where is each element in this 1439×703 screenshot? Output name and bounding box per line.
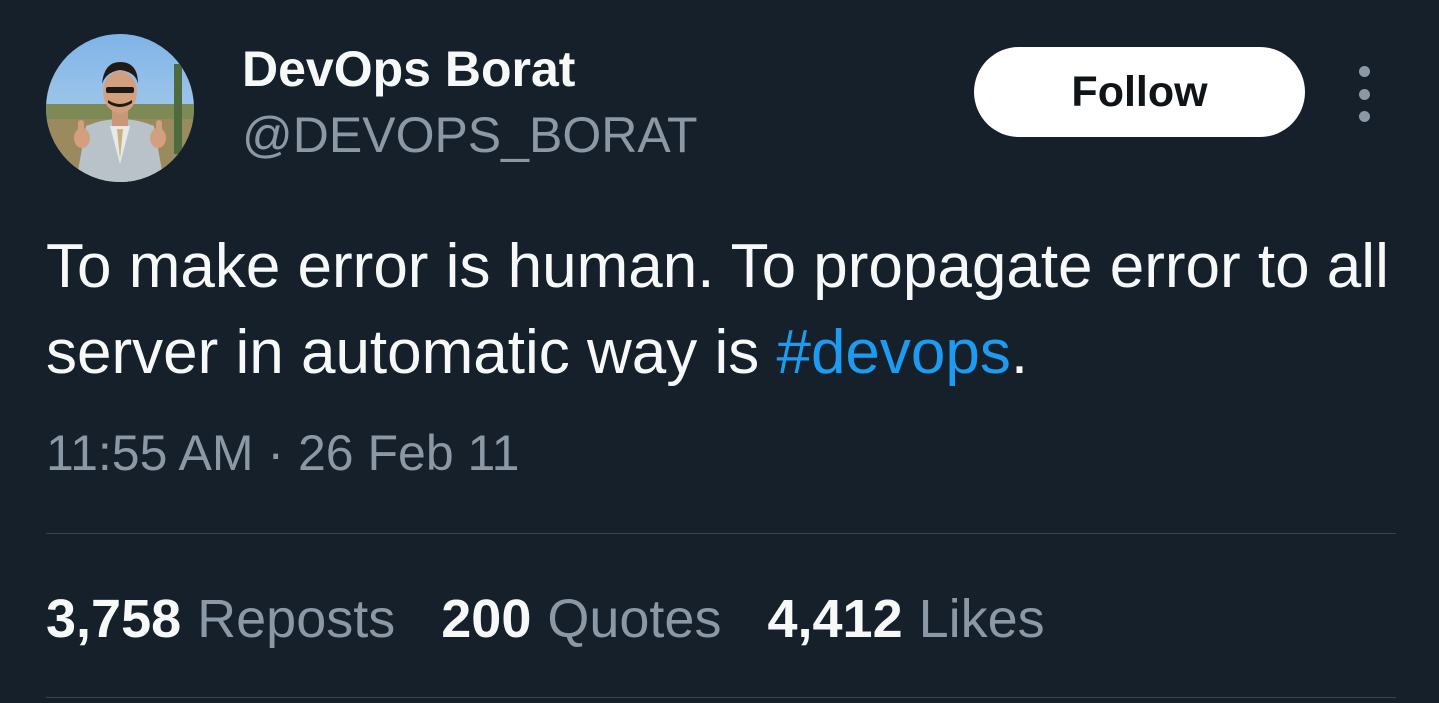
more-dot (1358, 88, 1370, 100)
avatar[interactable] (46, 34, 194, 182)
reposts-count: 3,758 (46, 589, 182, 649)
tweet-text: To make error is human. To propagate err… (46, 224, 1416, 396)
quotes-label: Quotes (547, 589, 722, 649)
reposts-stat[interactable]: 3,758 Reposts (46, 587, 395, 651)
quotes-stat[interactable]: 200 Quotes (441, 587, 721, 651)
likes-count: 4,412 (767, 589, 903, 649)
more-vertical-icon[interactable] (1344, 66, 1384, 122)
likes-stat[interactable]: 4,412 Likes (767, 587, 1044, 651)
divider (46, 697, 1396, 698)
quotes-count: 200 (441, 589, 532, 649)
tweet-end-punctuation: . (1010, 318, 1029, 387)
author-display-name[interactable]: DevOps Borat (242, 40, 575, 98)
author-handle[interactable]: @DEVOPS_BORAT (242, 106, 698, 164)
engagement-stats: 3,758 Reposts 200 Quotes 4,412 Likes (46, 587, 1091, 651)
tweet-body: To make error is human. To propagate err… (46, 232, 1389, 387)
tweet-timestamp[interactable]: 11:55 AM · 26 Feb 11 (46, 423, 519, 483)
reposts-label: Reposts (197, 589, 396, 649)
divider (46, 533, 1396, 534)
follow-button[interactable]: Follow (974, 47, 1305, 137)
likes-label: Likes (918, 589, 1045, 649)
hashtag-link[interactable]: #devops (776, 318, 1010, 387)
more-dot (1358, 111, 1370, 122)
more-dot (1358, 66, 1370, 77)
avatar-image (46, 34, 194, 182)
